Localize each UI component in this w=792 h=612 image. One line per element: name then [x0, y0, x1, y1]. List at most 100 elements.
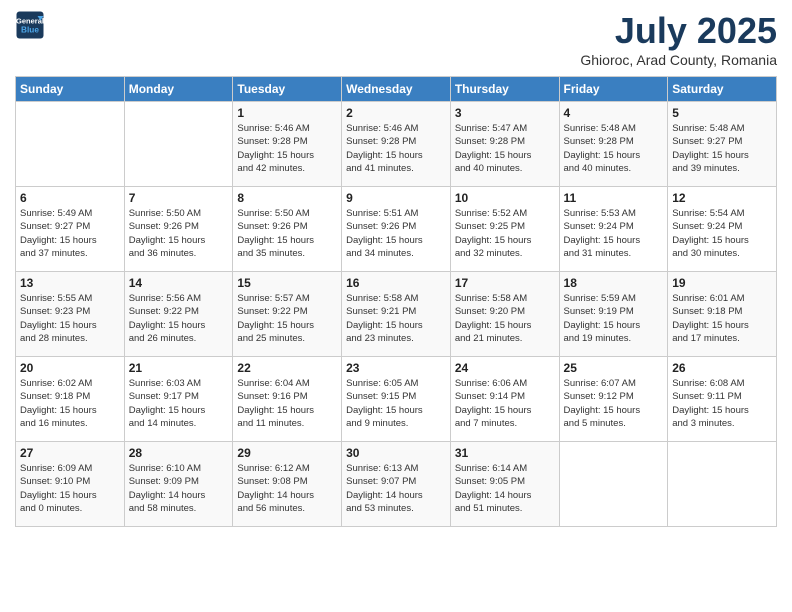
day-info: Sunrise: 6:02 AM Sunset: 9:18 PM Dayligh…: [20, 377, 120, 430]
calendar-cell: 7Sunrise: 5:50 AM Sunset: 9:26 PM Daylig…: [124, 187, 233, 272]
calendar-cell: 30 Sunrise: 6:13 AM Sunset: 9:07 PM Dayli…: [342, 442, 451, 527]
day-number: 3: [455, 106, 555, 120]
calendar-cell: [668, 442, 777, 527]
day-number: 18: [564, 276, 664, 290]
calendar-cell: 25 Sunrise: 6:07 AM Sunset: 9:12 PM Dayli…: [559, 357, 668, 442]
calendar-cell: 20Sunrise: 6:02 AM Sunset: 9:18 PM Dayli…: [16, 357, 125, 442]
calendar-cell: 6Sunrise: 5:49 AM Sunset: 9:27 PM Daylig…: [16, 187, 125, 272]
calendar-cell: 31 Sunrise: 6:14 AM Sunset: 9:05 PM Dayli…: [450, 442, 559, 527]
calendar-cell: 15 Sunrise: 5:57 AM Sunset: 9:22 PM Dayli…: [233, 272, 342, 357]
weekday-header-cell: Sunday: [16, 77, 125, 102]
day-info: Sunrise: 5:49 AM Sunset: 9:27 PM Dayligh…: [20, 207, 120, 260]
day-number: 14: [129, 276, 229, 290]
day-info: Sunrise: 5:56 AM Sunset: 9:22 PM Dayligh…: [129, 292, 229, 345]
calendar-cell: 5 Sunrise: 5:48 AM Sunset: 9:27 PM Daylig…: [668, 102, 777, 187]
calendar-cell: 13Sunrise: 5:55 AM Sunset: 9:23 PM Dayli…: [16, 272, 125, 357]
calendar-cell: 8Sunrise: 5:50 AM Sunset: 9:26 PM Daylig…: [233, 187, 342, 272]
day-info: Sunrise: 6:05 AM Sunset: 9:15 PM Dayligh…: [346, 377, 446, 430]
weekday-header-cell: Friday: [559, 77, 668, 102]
day-number: 28: [129, 446, 229, 460]
day-info: Sunrise: 5:58 AM Sunset: 9:20 PM Dayligh…: [455, 292, 555, 345]
day-number: 26: [672, 361, 772, 375]
day-info: Sunrise: 5:47 AM Sunset: 9:28 PM Dayligh…: [455, 122, 555, 175]
day-info: Sunrise: 6:09 AM Sunset: 9:10 PM Dayligh…: [20, 462, 120, 515]
day-number: 23: [346, 361, 446, 375]
weekday-header-row: SundayMondayTuesdayWednesdayThursdayFrid…: [16, 77, 777, 102]
day-number: 16: [346, 276, 446, 290]
calendar-cell: [559, 442, 668, 527]
calendar-cell: [124, 102, 233, 187]
calendar-cell: 9Sunrise: 5:51 AM Sunset: 9:26 PM Daylig…: [342, 187, 451, 272]
day-info: Sunrise: 5:46 AM Sunset: 9:28 PM Dayligh…: [237, 122, 337, 175]
day-info: Sunrise: 6:06 AM Sunset: 9:14 PM Dayligh…: [455, 377, 555, 430]
weekday-header-cell: Tuesday: [233, 77, 342, 102]
day-number: 2: [346, 106, 446, 120]
calendar-cell: 24 Sunrise: 6:06 AM Sunset: 9:14 PM Dayli…: [450, 357, 559, 442]
day-info: Sunrise: 5:59 AM Sunset: 9:19 PM Dayligh…: [564, 292, 664, 345]
day-info: Sunrise: 6:03 AM Sunset: 9:17 PM Dayligh…: [129, 377, 229, 430]
day-number: 8: [237, 191, 337, 205]
calendar-cell: 27Sunrise: 6:09 AM Sunset: 9:10 PM Dayli…: [16, 442, 125, 527]
day-number: 15: [237, 276, 337, 290]
calendar-cell: [16, 102, 125, 187]
day-number: 7: [129, 191, 229, 205]
day-info: Sunrise: 5:58 AM Sunset: 9:21 PM Dayligh…: [346, 292, 446, 345]
calendar-cell: 16 Sunrise: 5:58 AM Sunset: 9:21 PM Dayli…: [342, 272, 451, 357]
day-number: 12: [672, 191, 772, 205]
calendar-cell: 10Sunrise: 5:52 AM Sunset: 9:25 PM Dayli…: [450, 187, 559, 272]
calendar-table: SundayMondayTuesdayWednesdayThursdayFrid…: [15, 76, 777, 527]
calendar-cell: 1 Sunrise: 5:46 AM Sunset: 9:28 PM Daylig…: [233, 102, 342, 187]
day-number: 5: [672, 106, 772, 120]
logo-icon: General Blue: [15, 10, 45, 40]
day-info: Sunrise: 6:04 AM Sunset: 9:16 PM Dayligh…: [237, 377, 337, 430]
calendar-cell: 4 Sunrise: 5:48 AM Sunset: 9:28 PM Daylig…: [559, 102, 668, 187]
calendar-cell: 11 Sunrise: 5:53 AM Sunset: 9:24 PM Dayli…: [559, 187, 668, 272]
day-number: 11: [564, 191, 664, 205]
calendar-week-row: 27Sunrise: 6:09 AM Sunset: 9:10 PM Dayli…: [16, 442, 777, 527]
weekday-header-cell: Monday: [124, 77, 233, 102]
day-number: 31: [455, 446, 555, 460]
svg-text:Blue: Blue: [21, 26, 39, 35]
calendar-cell: 3 Sunrise: 5:47 AM Sunset: 9:28 PM Daylig…: [450, 102, 559, 187]
day-number: 17: [455, 276, 555, 290]
day-number: 21: [129, 361, 229, 375]
calendar-cell: 26Sunrise: 6:08 AM Sunset: 9:11 PM Dayli…: [668, 357, 777, 442]
title-block: July 2025 Ghioroc, Arad County, Romania: [580, 10, 777, 68]
day-info: Sunrise: 6:13 AM Sunset: 9:07 PM Dayligh…: [346, 462, 446, 515]
logo: General Blue: [15, 10, 45, 40]
day-info: Sunrise: 6:10 AM Sunset: 9:09 PM Dayligh…: [129, 462, 229, 515]
day-info: Sunrise: 5:52 AM Sunset: 9:25 PM Dayligh…: [455, 207, 555, 260]
calendar-body: 1 Sunrise: 5:46 AM Sunset: 9:28 PM Daylig…: [16, 102, 777, 527]
calendar-cell: 14 Sunrise: 5:56 AM Sunset: 9:22 PM Dayli…: [124, 272, 233, 357]
day-number: 4: [564, 106, 664, 120]
calendar-week-row: 1 Sunrise: 5:46 AM Sunset: 9:28 PM Daylig…: [16, 102, 777, 187]
day-number: 24: [455, 361, 555, 375]
weekday-header-cell: Saturday: [668, 77, 777, 102]
day-info: Sunrise: 5:53 AM Sunset: 9:24 PM Dayligh…: [564, 207, 664, 260]
day-number: 25: [564, 361, 664, 375]
day-info: Sunrise: 5:54 AM Sunset: 9:24 PM Dayligh…: [672, 207, 772, 260]
day-info: Sunrise: 5:48 AM Sunset: 9:28 PM Dayligh…: [564, 122, 664, 175]
calendar-cell: 29Sunrise: 6:12 AM Sunset: 9:08 PM Dayli…: [233, 442, 342, 527]
weekday-header-cell: Thursday: [450, 77, 559, 102]
calendar-cell: 22Sunrise: 6:04 AM Sunset: 9:16 PM Dayli…: [233, 357, 342, 442]
calendar-cell: 12 Sunrise: 5:54 AM Sunset: 9:24 PM Dayli…: [668, 187, 777, 272]
day-number: 30: [346, 446, 446, 460]
day-number: 9: [346, 191, 446, 205]
day-info: Sunrise: 6:01 AM Sunset: 9:18 PM Dayligh…: [672, 292, 772, 345]
weekday-header-cell: Wednesday: [342, 77, 451, 102]
day-info: Sunrise: 6:07 AM Sunset: 9:12 PM Dayligh…: [564, 377, 664, 430]
day-number: 19: [672, 276, 772, 290]
day-info: Sunrise: 6:12 AM Sunset: 9:08 PM Dayligh…: [237, 462, 337, 515]
day-info: Sunrise: 5:57 AM Sunset: 9:22 PM Dayligh…: [237, 292, 337, 345]
calendar-cell: 17 Sunrise: 5:58 AM Sunset: 9:20 PM Dayli…: [450, 272, 559, 357]
day-number: 1: [237, 106, 337, 120]
day-number: 13: [20, 276, 120, 290]
calendar-cell: 19 Sunrise: 6:01 AM Sunset: 9:18 PM Dayli…: [668, 272, 777, 357]
calendar-week-row: 20Sunrise: 6:02 AM Sunset: 9:18 PM Dayli…: [16, 357, 777, 442]
day-info: Sunrise: 6:14 AM Sunset: 9:05 PM Dayligh…: [455, 462, 555, 515]
location-subtitle: Ghioroc, Arad County, Romania: [580, 52, 777, 68]
month-title: July 2025: [580, 10, 777, 52]
calendar-cell: 23 Sunrise: 6:05 AM Sunset: 9:15 PM Dayli…: [342, 357, 451, 442]
day-info: Sunrise: 5:48 AM Sunset: 9:27 PM Dayligh…: [672, 122, 772, 175]
